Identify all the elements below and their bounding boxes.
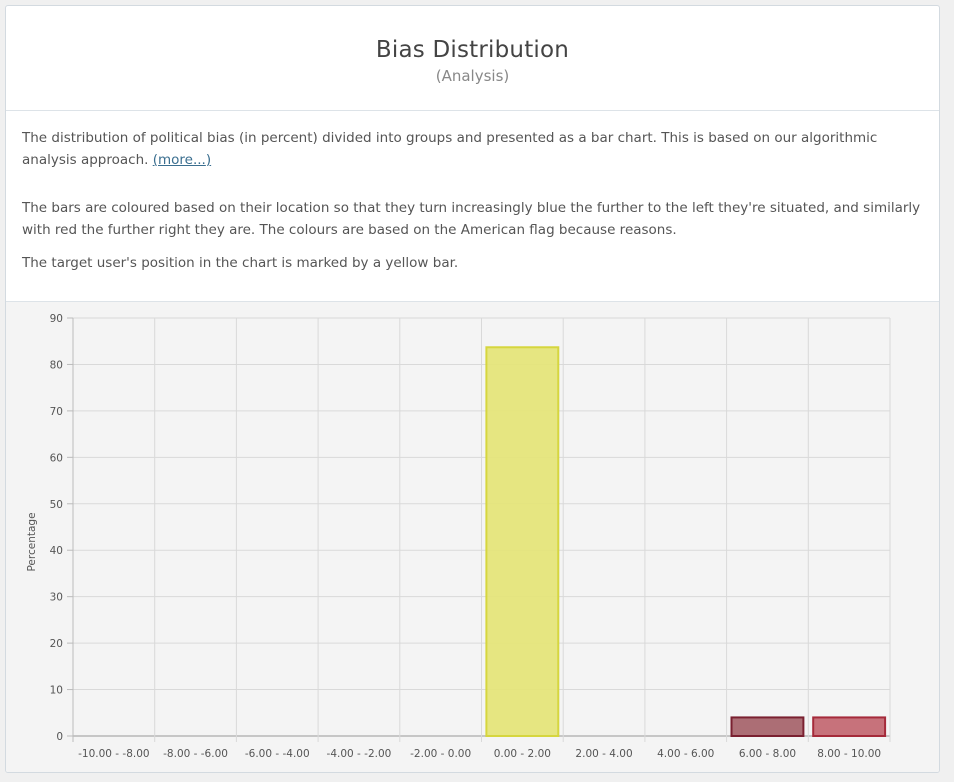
description-paragraph-1: The distribution of political bias (in p… — [22, 127, 923, 171]
y-tick-label: 50 — [50, 499, 63, 511]
y-tick-label: 70 — [50, 406, 63, 418]
bias-distribution-card: Bias Distribution (Analysis) The distrib… — [5, 5, 940, 773]
description-paragraph-3: The target user's position in the chart … — [22, 255, 459, 271]
y-tick-label: 40 — [50, 545, 63, 557]
x-tick-label: -4.00 - -2.00 — [327, 748, 392, 760]
y-tick-label: 60 — [50, 452, 63, 464]
page-title: Bias Distribution — [375, 37, 570, 63]
y-tick-label: 80 — [50, 359, 63, 371]
y-tick-label: 20 — [50, 638, 63, 650]
bar-5 — [485, 346, 560, 737]
x-tick-label: 8.00 - 10.00 — [817, 748, 881, 760]
x-tick-label: 2.00 - 4.00 — [575, 748, 632, 760]
description-paragraph-2: The bars are coloured based on their loc… — [22, 200, 921, 238]
y-tick-label: 0 — [56, 731, 63, 743]
x-tick-label: 6.00 - 8.00 — [739, 748, 796, 760]
page-subtitle: (Analysis) — [435, 67, 510, 85]
more-link[interactable]: (more...) — [153, 152, 211, 168]
x-tick-label: -6.00 - -4.00 — [245, 748, 310, 760]
x-tick-label: -10.00 - -8.00 — [78, 748, 149, 760]
x-tick-label: 4.00 - 6.00 — [657, 748, 714, 760]
bar-8 — [730, 716, 805, 737]
card-header: Bias Distribution (Analysis) — [6, 6, 939, 111]
y-tick-label: 90 — [50, 313, 63, 325]
y-tick-label: 10 — [50, 685, 63, 697]
description-text-1: The distribution of political bias (in p… — [22, 130, 878, 168]
y-axis-title: Percentage — [26, 512, 38, 571]
y-tick-label: 30 — [50, 592, 63, 604]
description: The distribution of political bias (in p… — [6, 111, 939, 305]
x-tick-label: -2.00 - 0.00 — [410, 748, 471, 760]
chart-area: 0 10 20 30 40 50 60 70 80 90 -10.00 - -8.00 -8.00 -… — [6, 301, 939, 772]
x-tick-label: 0.00 - 2.00 — [494, 748, 551, 760]
bias-bar-chart: 0 10 20 30 40 50 60 70 80 90 -10.00 - -8.00 -8.00 -… — [26, 313, 891, 760]
x-tick-label: -8.00 - -6.00 — [163, 748, 228, 760]
bar-9 — [812, 716, 887, 737]
